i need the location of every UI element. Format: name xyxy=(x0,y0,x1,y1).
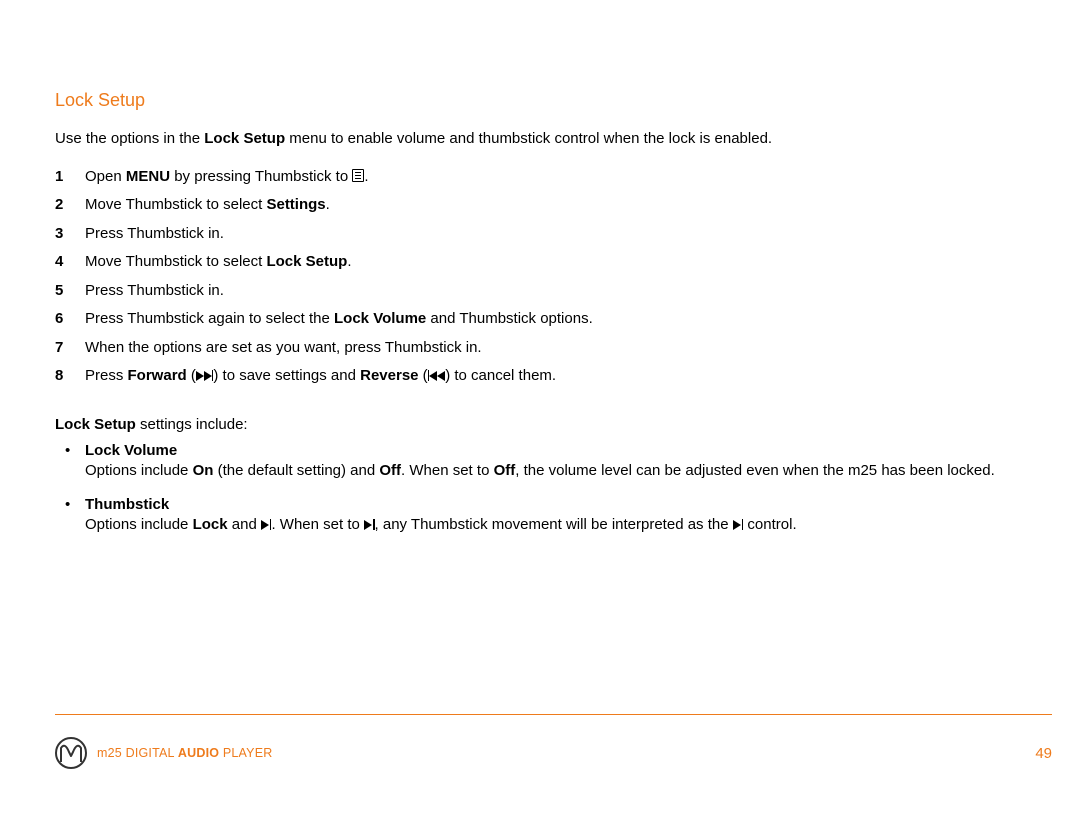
text-run: ( xyxy=(419,367,428,384)
page-footer: m25 DIGITAL AUDIO PLAYER 49 xyxy=(55,737,1052,769)
text-run: . xyxy=(326,196,330,213)
page-body: Lock Setup Use the options in the Lock S… xyxy=(55,90,1052,550)
step-number: 6 xyxy=(55,309,67,329)
text-run: Lock Setup xyxy=(266,253,347,270)
footer-text-post: PLAYER xyxy=(219,746,272,760)
text-run: Off xyxy=(494,462,516,479)
footer-rule xyxy=(55,714,1052,715)
text-run: , the volume level can be adjusted even … xyxy=(515,462,994,479)
step-number: 7 xyxy=(55,338,67,358)
text-run: , any Thumbstick movement will be interp… xyxy=(375,516,733,533)
section-heading: Lock Setup xyxy=(55,90,1052,111)
step-list: 1Open MENU by pressing Thumbstick to .2M… xyxy=(55,167,1052,386)
step-item: 2 Move Thumbstick to select Settings. xyxy=(55,195,1052,215)
option-title: Thumbstick xyxy=(85,495,1052,515)
play-icon xyxy=(733,520,741,530)
step-text: Press Thumbstick in. xyxy=(85,281,224,301)
text-run: ) to save settings and xyxy=(213,367,360,384)
text-run: Move Thumbstick to select xyxy=(85,196,266,213)
forward-icon xyxy=(204,371,212,381)
text-run: Press Thumbstick in. xyxy=(85,225,224,242)
text-run: (the default setting) and xyxy=(213,462,379,479)
text-run: Reverse xyxy=(360,367,418,384)
text-run: and xyxy=(228,516,261,533)
text-run: When the options are set as you want, pr… xyxy=(85,339,482,356)
text-run: Forward xyxy=(128,367,187,384)
step-text: When the options are set as you want, pr… xyxy=(85,338,482,358)
text-run: Press Thumbstick in. xyxy=(85,282,224,299)
text-run: Options include xyxy=(85,462,193,479)
settings-intro-bold: Lock Setup xyxy=(55,416,136,433)
settings-intro-rest: settings include: xyxy=(136,416,248,433)
text-run: Press Thumbstick again to select the xyxy=(85,310,334,327)
text-run: . When set to xyxy=(271,516,364,533)
step-number: 2 xyxy=(55,195,67,215)
text-run: and Thumbstick options. xyxy=(426,310,592,327)
step-item: 5 Press Thumbstick in. xyxy=(55,281,1052,301)
option-title: Lock Volume xyxy=(85,441,1052,461)
step-item: 7 When the options are set as you want, p… xyxy=(55,338,1052,358)
forward-icon xyxy=(196,371,204,381)
text-run: Lock Volume xyxy=(334,310,426,327)
step-number: 8 xyxy=(55,366,67,386)
step-text: Press Thumbstick in. xyxy=(85,224,224,244)
intro-paragraph: Use the options in the Lock Setup menu t… xyxy=(55,129,1052,149)
reverse-icon xyxy=(437,371,445,381)
step-item: 4 Move Thumbstick to select Lock Setup. xyxy=(55,252,1052,272)
intro-post: menu to enable volume and thumbstick con… xyxy=(285,130,772,147)
text-run: ( xyxy=(187,367,196,384)
text-run: On xyxy=(193,462,214,479)
option-body: Options include Lock and . When set to ,… xyxy=(85,515,1052,535)
option-item: Lock VolumeOptions include On (the defau… xyxy=(55,441,1052,482)
settings-intro: Lock Setup settings include: xyxy=(55,416,1052,433)
option-body: Options include On (the default setting)… xyxy=(85,461,1052,481)
step-number: 1 xyxy=(55,167,67,187)
text-run: Off xyxy=(379,462,401,479)
text-run: ) to cancel them. xyxy=(445,367,556,384)
text-run: MENU xyxy=(126,168,170,185)
motorola-logo-icon xyxy=(55,737,87,769)
text-run: Press xyxy=(85,367,128,384)
reverse-icon xyxy=(429,371,437,381)
text-run: . xyxy=(364,168,368,185)
text-run: Lock xyxy=(193,516,228,533)
footer-text-bold: AUDIO xyxy=(178,746,219,760)
step-item: 1 Open MENU by pressing Thumbstick to . xyxy=(55,167,1052,187)
footer-left: m25 DIGITAL AUDIO PLAYER xyxy=(55,737,272,769)
text-run: Move Thumbstick to select xyxy=(85,253,266,270)
step-item: 8 Press Forward ( ) to save settings and R… xyxy=(55,366,1052,386)
step-number: 4 xyxy=(55,252,67,272)
menu-icon xyxy=(352,169,364,182)
text-run: by pressing Thumbstick to xyxy=(170,168,352,185)
step-number: 3 xyxy=(55,224,67,244)
text-run: . When set to xyxy=(401,462,494,479)
step-text: Move Thumbstick to select Settings. xyxy=(85,195,330,215)
option-item: ThumbstickOptions include Lock and . Whe… xyxy=(55,495,1052,536)
page-number: 49 xyxy=(1035,745,1052,762)
step-text: Press Forward ( ) to save settings and Re… xyxy=(85,366,556,386)
step-number: 5 xyxy=(55,281,67,301)
text-run: Settings xyxy=(266,196,325,213)
footer-text: m25 DIGITAL AUDIO PLAYER xyxy=(97,746,272,760)
step-text: Press Thumbstick again to select the Loc… xyxy=(85,309,593,329)
step-item: 6 Press Thumbstick again to select the Lo… xyxy=(55,309,1052,329)
play-icon xyxy=(364,520,372,530)
intro-pre: Use the options in the xyxy=(55,130,204,147)
footer-text-pre: m25 DIGITAL xyxy=(97,746,178,760)
options-list: Lock VolumeOptions include On (the defau… xyxy=(55,441,1052,536)
play-icon xyxy=(261,520,269,530)
step-text: Open MENU by pressing Thumbstick to . xyxy=(85,167,369,187)
text-run: Options include xyxy=(85,516,193,533)
step-text: Move Thumbstick to select Lock Setup. xyxy=(85,252,352,272)
intro-bold: Lock Setup xyxy=(204,130,285,147)
text-run: control. xyxy=(743,516,796,533)
text-run: . xyxy=(347,253,351,270)
step-item: 3 Press Thumbstick in. xyxy=(55,224,1052,244)
text-run: Open xyxy=(85,168,126,185)
